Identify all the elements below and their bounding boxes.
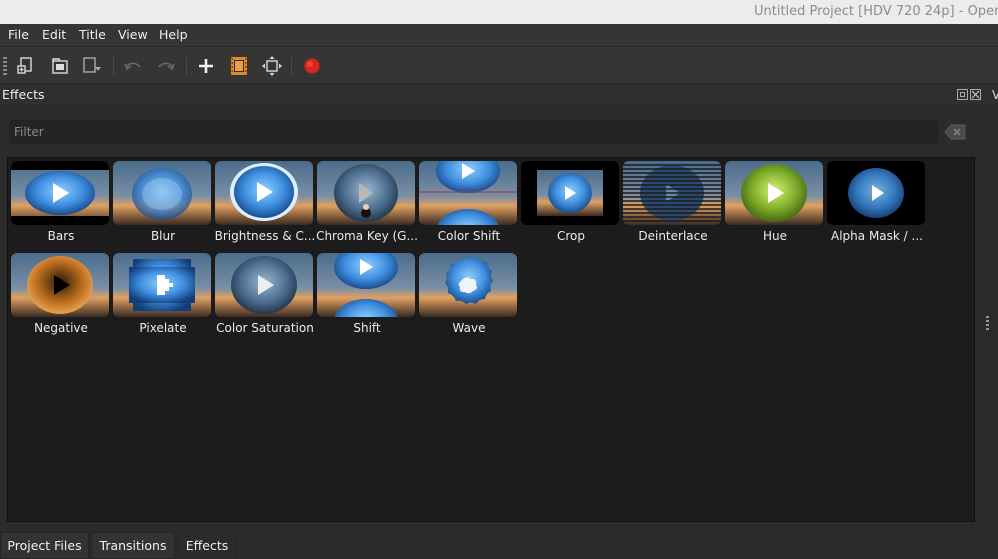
effect-label: Deinterlace — [638, 229, 708, 243]
menu-title[interactable]: Title — [79, 27, 106, 42]
effect-label: Blur — [150, 229, 176, 243]
effect-tile-color-saturation[interactable]: Color Saturation — [214, 252, 316, 342]
color-saturation-effect-icon — [215, 253, 313, 317]
effect-tile-chroma-key[interactable]: Chroma Key (G... — [316, 160, 418, 250]
effect-tile-shift[interactable]: Shift — [316, 252, 418, 342]
close-dock-icon[interactable] — [970, 89, 981, 100]
effect-tile-alpha-mask[interactable]: Alpha Mask / ... — [826, 160, 928, 250]
choose-profile-button[interactable] — [228, 55, 250, 77]
effect-label: Brightness & C... — [214, 229, 316, 243]
menu-file[interactable]: File — [8, 27, 29, 42]
clear-filter-button[interactable] — [944, 124, 966, 140]
effect-label: Pixelate — [139, 321, 187, 335]
effects-dock-header: Effects — [0, 85, 998, 105]
tab-effects[interactable]: Effects — [177, 532, 237, 559]
window-titlebar: Untitled Project [HDV 720 24p] - OpenSho… — [0, 0, 998, 24]
effect-tile-deinterlace[interactable]: Deinterlace — [622, 160, 724, 250]
redo-icon — [158, 62, 175, 71]
export-video-icon — [304, 58, 320, 74]
new-project-button[interactable] — [15, 55, 37, 77]
chroma-key-effect-icon — [317, 161, 415, 225]
menu-edit[interactable]: Edit — [42, 27, 66, 42]
bars-effect-icon — [11, 161, 109, 225]
dock-buttons — [957, 89, 981, 100]
effect-label: Bars — [47, 229, 75, 243]
effect-label: Hue — [762, 229, 787, 243]
effect-label: Shift — [353, 321, 381, 335]
open-project-icon — [52, 58, 68, 74]
color-shift-effect-icon — [419, 161, 517, 225]
add-files-button[interactable] — [195, 55, 217, 77]
effect-tile-wave[interactable]: Wave — [418, 252, 520, 342]
blur-effect-icon — [113, 161, 211, 225]
dock-title: Effects — [2, 87, 45, 102]
negative-effect-icon — [11, 253, 109, 317]
float-dock-icon[interactable] — [957, 89, 968, 100]
effects-grid: Bars Blur Brightness & C... Chroma Key (… — [7, 157, 975, 522]
dock-tabbar: Project Files Transitions Effects — [0, 531, 998, 559]
choose-profile-icon — [231, 57, 247, 75]
clear-filter-icon — [944, 124, 966, 140]
toolbar-grip-icon[interactable] — [3, 57, 7, 75]
tab-project-files[interactable]: Project Files — [0, 532, 89, 559]
toolbar-separator — [113, 57, 114, 75]
tab-transitions[interactable]: Transitions — [91, 532, 175, 559]
fullscreen-button[interactable] — [261, 55, 283, 77]
redo-button[interactable] — [155, 55, 177, 77]
menu-view[interactable]: View — [118, 27, 148, 42]
effect-label: Chroma Key (G... — [316, 229, 418, 243]
effect-tile-blur[interactable]: Blur — [112, 160, 214, 250]
filter-field[interactable] — [10, 120, 938, 144]
effect-tile-negative[interactable]: Negative — [10, 252, 112, 342]
crop-effect-icon — [521, 161, 619, 225]
effect-tile-bars[interactable]: Bars — [10, 160, 112, 250]
main-toolbar — [0, 46, 998, 84]
wave-effect-icon — [419, 253, 517, 317]
open-project-button[interactable] — [49, 55, 71, 77]
fullscreen-icon — [262, 56, 282, 76]
effect-tile-color-shift[interactable]: Color Shift — [418, 160, 520, 250]
toolbar-separator — [186, 57, 187, 75]
export-video-button[interactable] — [301, 55, 323, 77]
filter-input[interactable] — [11, 121, 937, 143]
deinterlace-effect-icon — [623, 161, 721, 225]
effect-tile-hue[interactable]: Hue — [724, 160, 826, 250]
effect-label: Color Shift — [437, 229, 501, 243]
effect-tile-brightness[interactable]: Brightness & C... — [214, 160, 316, 250]
effect-label: Crop — [556, 229, 585, 243]
effect-tile-crop[interactable]: Crop — [520, 160, 622, 250]
undo-button[interactable] — [122, 55, 144, 77]
brightness-contrast-effect-icon — [215, 161, 313, 225]
new-project-icon — [17, 57, 32, 74]
effect-label: Negative — [34, 321, 88, 335]
shift-effect-icon — [317, 253, 415, 317]
effect-label: Wave — [452, 321, 486, 335]
effect-tile-pixelate[interactable]: Pixelate — [112, 252, 214, 342]
toolbar-separator — [291, 57, 292, 75]
side-dock-label[interactable]: V — [992, 88, 998, 102]
dock-splitter-handle[interactable] — [986, 316, 989, 330]
undo-icon — [124, 62, 141, 71]
window-title: Untitled Project [HDV 720 24p] - OpenSho… — [754, 4, 998, 19]
save-project-icon — [83, 57, 101, 73]
menubar: File Edit Title View Help — [0, 24, 998, 46]
pixelate-effect-icon — [113, 253, 211, 317]
add-files-icon — [199, 59, 213, 73]
effect-label: Alpha Mask / ... — [831, 229, 923, 243]
menu-help[interactable]: Help — [159, 27, 188, 42]
alpha-mask-effect-icon — [827, 161, 925, 225]
hue-effect-icon — [725, 161, 823, 225]
effect-label: Color Saturation — [216, 321, 314, 335]
save-project-button[interactable] — [82, 55, 104, 77]
